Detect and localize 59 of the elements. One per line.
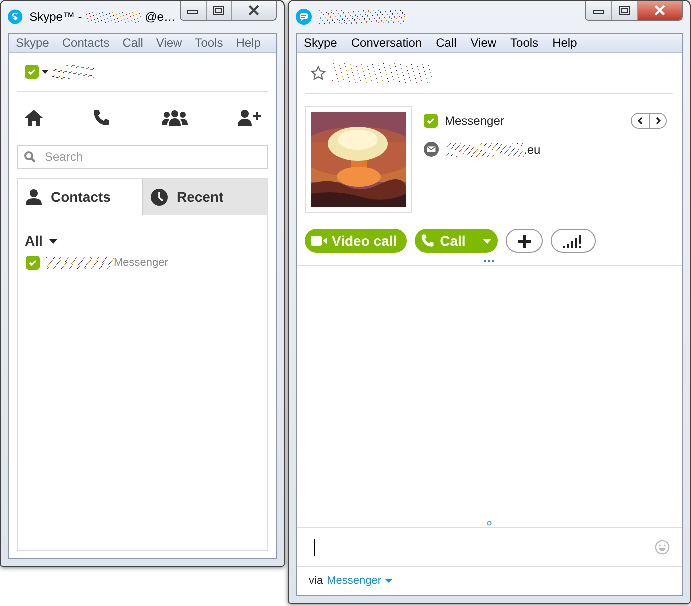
menu-item[interactable]: Help [236,36,261,50]
close-icon [247,5,262,16]
menu-item[interactable]: Tools [195,36,224,50]
resize-grip-icon[interactable] [484,260,494,263]
menu-item[interactable]: Conversation [351,36,422,50]
signal-bars-icon [563,234,584,248]
video-camera-icon [311,236,327,246]
clock-icon [151,188,168,206]
contact-source: Messenger [114,257,168,269]
call-quality-button[interactable] [550,229,596,253]
service-name: Messenger [445,114,504,128]
caret-icon[interactable] [42,70,49,74]
chevron-left-icon [638,117,643,125]
plus-icon [518,234,531,248]
online-status-icon [424,114,438,128]
maximize-button[interactable] [206,1,232,20]
menu-item[interactable]: Help [552,36,578,50]
menu-item[interactable]: Skype [304,36,338,50]
close-icon [653,5,667,16]
email-suffix: .eu [524,142,541,156]
search-field[interactable]: Search [17,145,268,169]
next-button[interactable] [649,114,666,128]
person-icon [26,189,42,205]
via-label: via [309,575,324,587]
mail-icon [424,142,439,157]
search-icon [24,151,36,163]
phone-icon [421,234,436,248]
minimize-button[interactable] [180,1,207,20]
menu-item[interactable]: Contacts [62,36,110,50]
window-title-suffix: @e… [145,10,176,24]
tab[interactable]: Recent [142,179,267,215]
phone-icon[interactable] [93,109,112,127]
favorite-star-icon[interactable] [311,66,326,80]
add-button[interactable] [506,229,543,253]
service-link[interactable]: Messenger [327,575,382,587]
menu-item[interactable]: View [470,36,497,50]
menu-item[interactable]: Tools [510,36,539,50]
close-button[interactable] [638,1,682,20]
chevron-right-icon [656,117,660,125]
close-button[interactable] [232,1,276,20]
filter-label[interactable]: All [25,233,43,249]
caret-icon [482,238,492,244]
chat-logo-icon [296,9,312,25]
minimize-button[interactable] [586,1,612,20]
maximize-icon [212,6,225,16]
window-title: Skype™ - [30,10,82,24]
skype-logo-icon [8,9,23,25]
menu-item[interactable]: Call [436,36,457,50]
menu-item[interactable]: View [156,36,182,50]
splitter-handle-icon[interactable] [487,521,492,526]
maximize-button[interactable] [612,1,638,20]
group-icon[interactable] [162,110,188,126]
menu-item[interactable]: Skype [16,36,50,50]
home-icon[interactable] [25,110,43,126]
caret-icon[interactable] [48,238,58,244]
maximize-icon [618,6,630,16]
add-contact-icon[interactable] [238,110,262,126]
online-status-icon [26,256,40,270]
menu-item[interactable]: Call [122,36,144,50]
